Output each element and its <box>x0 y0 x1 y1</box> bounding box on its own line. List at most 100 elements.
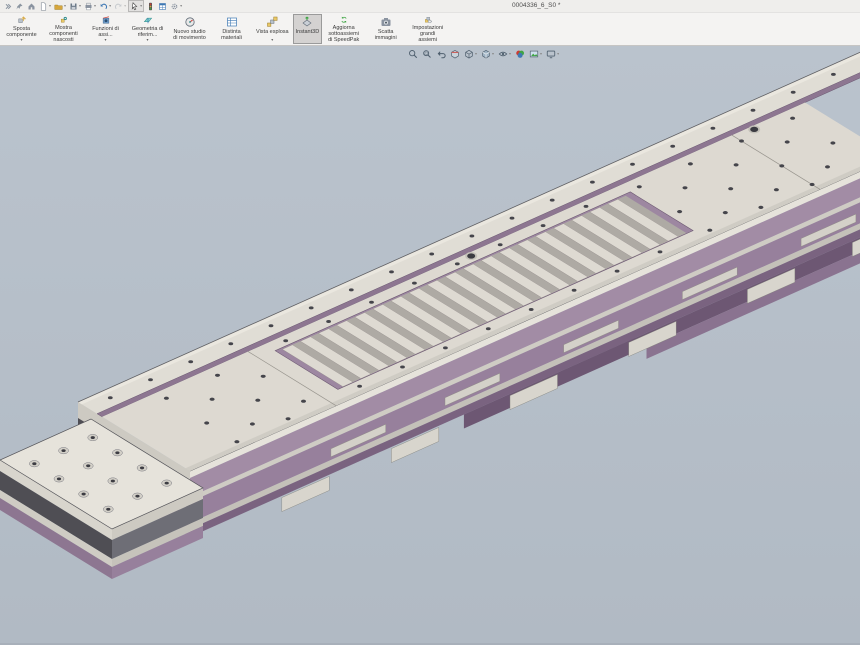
zoom-to-area-button[interactable] <box>421 48 433 60</box>
screw-hole <box>234 440 239 443</box>
print-button[interactable]: ▾ <box>83 0 97 12</box>
screw-hole <box>210 398 215 401</box>
screw-hole <box>550 199 555 202</box>
options-table-button[interactable] <box>157 0 168 12</box>
chevron-down-icon[interactable]: ▾ <box>104 38 106 43</box>
ribbon-button-large-assembly-settings[interactable]: Impostazioni grandi assiemi <box>407 14 448 44</box>
previous-view-button[interactable] <box>435 48 447 60</box>
section-view-button[interactable] <box>449 48 461 60</box>
countersunk-hole-center <box>86 464 90 467</box>
pin-button[interactable] <box>14 0 25 12</box>
screw-hole <box>261 375 266 378</box>
zoom-to-fit-button[interactable] <box>407 48 419 60</box>
screw-hole <box>758 206 763 209</box>
new-document-button[interactable]: ▾ <box>38 0 52 12</box>
chevron-down-icon[interactable]: ▾ <box>509 52 511 56</box>
display-style-button[interactable]: ▾ <box>480 48 495 60</box>
screw-hole <box>810 183 815 186</box>
graphics-viewport[interactable]: ▾ ▾ ▾ ▾ ▾ <box>0 46 860 645</box>
assembly-ribbon: Sposta componente▾Mostra componenti nasc… <box>0 13 860 46</box>
countersunk-hole-center <box>32 462 36 465</box>
screw-hole <box>283 339 288 342</box>
screw-hole <box>825 165 830 168</box>
ribbon-button-instant3d[interactable]: Instant3D <box>293 14 323 44</box>
ribbon-button-exploded-view[interactable]: Vista esplosa▾ <box>253 14 292 44</box>
view-orientation-icon <box>464 49 474 59</box>
ribbon-button-show-hidden-components[interactable]: Mostra componenti nascosti <box>43 14 84 44</box>
chevron-down-icon[interactable]: ▾ <box>557 52 559 56</box>
screw-hole <box>215 374 220 377</box>
view-settings-button[interactable]: ▾ <box>545 48 560 60</box>
hide-show-items-button[interactable]: ▾ <box>497 48 512 60</box>
rebuild-traffic-light-button[interactable] <box>145 0 156 12</box>
section-view-icon <box>450 49 460 59</box>
open-button[interactable]: ▾ <box>53 0 67 12</box>
print-icon <box>84 2 93 11</box>
screw-hole <box>750 127 758 132</box>
screw-hole <box>510 217 515 220</box>
chevron-down-icon[interactable]: ▾ <box>124 4 126 8</box>
ribbon-button-assembly-features[interactable]: Funzioni di assi...▾ <box>85 14 126 44</box>
screw-hole <box>455 262 460 265</box>
undo-button[interactable]: ▾ <box>98 0 112 12</box>
view-settings-icon <box>546 49 556 59</box>
chevron-down-icon[interactable]: ▾ <box>79 4 81 8</box>
cad-model-canvas[interactable] <box>0 46 860 643</box>
ribbon-button-speedpak-refresh[interactable]: Aggiorna sottoassiemi di SpeedPak <box>323 14 364 44</box>
chevron-down-icon[interactable]: ▾ <box>475 52 477 56</box>
screw-hole <box>728 187 733 190</box>
redo-button[interactable]: ▾ <box>113 0 127 12</box>
snapshot-camera-icon <box>380 16 392 28</box>
ribbon-button-motion-study[interactable]: Nuovo studio di movimento <box>169 14 210 44</box>
zoom-to-fit-icon <box>408 49 418 59</box>
screw-hole <box>204 421 209 424</box>
chevron-down-icon[interactable]: ▾ <box>49 4 51 8</box>
ribbon-button-bill-of-materials[interactable]: Distinta materiali <box>211 14 252 44</box>
chevron-down-icon[interactable]: ▾ <box>64 4 66 8</box>
screw-hole <box>572 289 577 292</box>
gear-button[interactable]: ▾ <box>169 0 183 12</box>
screw-hole <box>250 422 255 425</box>
heads-up-view-toolbar: ▾ ▾ ▾ ▾ ▾ <box>407 48 560 60</box>
expand-toolbar-button[interactable] <box>2 0 13 12</box>
view-orientation-button[interactable]: ▾ <box>463 48 478 60</box>
screw-hole <box>711 127 716 130</box>
save-button[interactable]: ▾ <box>68 0 82 12</box>
open-icon <box>54 2 63 11</box>
ribbon-button-label: Distinta materiali <box>214 29 249 41</box>
ribbon-button-label: Scatta immagini <box>368 29 403 41</box>
screw-hole <box>637 185 642 188</box>
home-button[interactable] <box>26 0 37 12</box>
motion-study-icon <box>184 16 196 28</box>
ribbon-button-snapshot-camera[interactable]: Scatta immagini <box>365 14 406 44</box>
chevron-down-icon[interactable]: ▾ <box>94 4 96 8</box>
select-cursor-button[interactable]: ▾ <box>128 0 144 12</box>
chevron-down-icon[interactable]: ▾ <box>540 52 542 56</box>
screw-hole <box>486 327 491 330</box>
edit-appearance-button[interactable] <box>514 48 526 60</box>
chevron-down-icon[interactable]: ▾ <box>140 4 142 8</box>
chevron-down-icon[interactable]: ▾ <box>180 4 182 8</box>
chevron-down-icon[interactable]: ▾ <box>146 38 148 43</box>
undo-icon <box>99 2 108 11</box>
chevron-down-icon[interactable]: ▾ <box>271 38 273 43</box>
screw-hole <box>470 235 475 238</box>
chevron-down-icon[interactable]: ▾ <box>20 38 22 43</box>
chevron-down-icon[interactable]: ▾ <box>109 4 111 8</box>
apply-scene-button[interactable]: ▾ <box>528 48 543 60</box>
screw-hole <box>498 243 503 246</box>
ribbon-button-move-component[interactable]: Sposta componente▾ <box>1 14 42 44</box>
gear-icon <box>170 2 179 11</box>
screw-hole <box>677 210 682 213</box>
ribbon-button-reference-geometry[interactable]: Geometria di riferim...▾ <box>127 14 168 44</box>
chevron-down-icon[interactable]: ▾ <box>492 52 494 56</box>
screw-hole <box>529 308 534 311</box>
countersunk-hole-center <box>57 477 61 480</box>
countersunk-hole-center <box>61 449 65 452</box>
screw-hole <box>670 145 675 148</box>
display-style-icon <box>481 49 491 59</box>
screw-hole <box>658 250 663 253</box>
speedpak-refresh-icon <box>338 16 350 24</box>
ribbon-button-label: Instant3D <box>296 29 320 35</box>
bill-of-materials-icon <box>226 16 238 28</box>
